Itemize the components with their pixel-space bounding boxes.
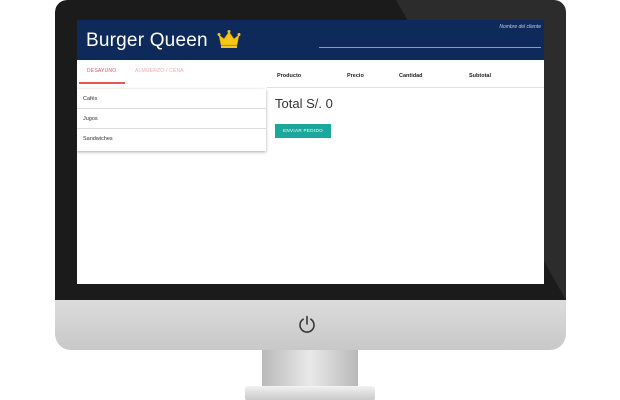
app-header: Burger Queen Nombre del cliente [77, 20, 544, 60]
monitor-stand-base [245, 386, 375, 400]
column-producto: Producto [277, 73, 302, 79]
menu-item-jugos[interactable]: Jugos [77, 109, 266, 129]
tab-almuerzo-cena[interactable]: ALMUERZO / CENA [135, 68, 184, 74]
send-order-button[interactable]: ENVIAR PEDIDO [275, 124, 331, 138]
active-tab-indicator [79, 82, 125, 84]
column-precio: Precio [347, 73, 364, 79]
app-screen: Burger Queen Nombre del cliente DESAYUNO… [77, 20, 544, 284]
order-table-header: Producto Precio Cantidad Subtotal [267, 70, 544, 88]
menu-list: Cafés Jugos Sandwiches [77, 89, 266, 151]
client-name-input[interactable] [319, 47, 541, 48]
column-subtotal: Subtotal [469, 73, 491, 79]
menu-item-sandwiches[interactable]: Sandwiches [77, 129, 266, 149]
power-icon[interactable] [297, 314, 317, 334]
monitor-stand-neck [262, 350, 358, 388]
client-name-label: Nombre del cliente [499, 24, 541, 30]
menu-tabs: DESAYUNO ALMUERZO / CENA [77, 68, 267, 86]
menu-item-cafes[interactable]: Cafés [77, 89, 266, 109]
monitor-chin [55, 300, 566, 350]
order-total: Total S/. 0 [275, 96, 333, 111]
app-brand: Burger Queen [86, 30, 208, 51]
tab-desayuno[interactable]: DESAYUNO [87, 68, 116, 74]
column-cantidad: Cantidad [399, 73, 423, 79]
crown-icon [217, 30, 241, 48]
